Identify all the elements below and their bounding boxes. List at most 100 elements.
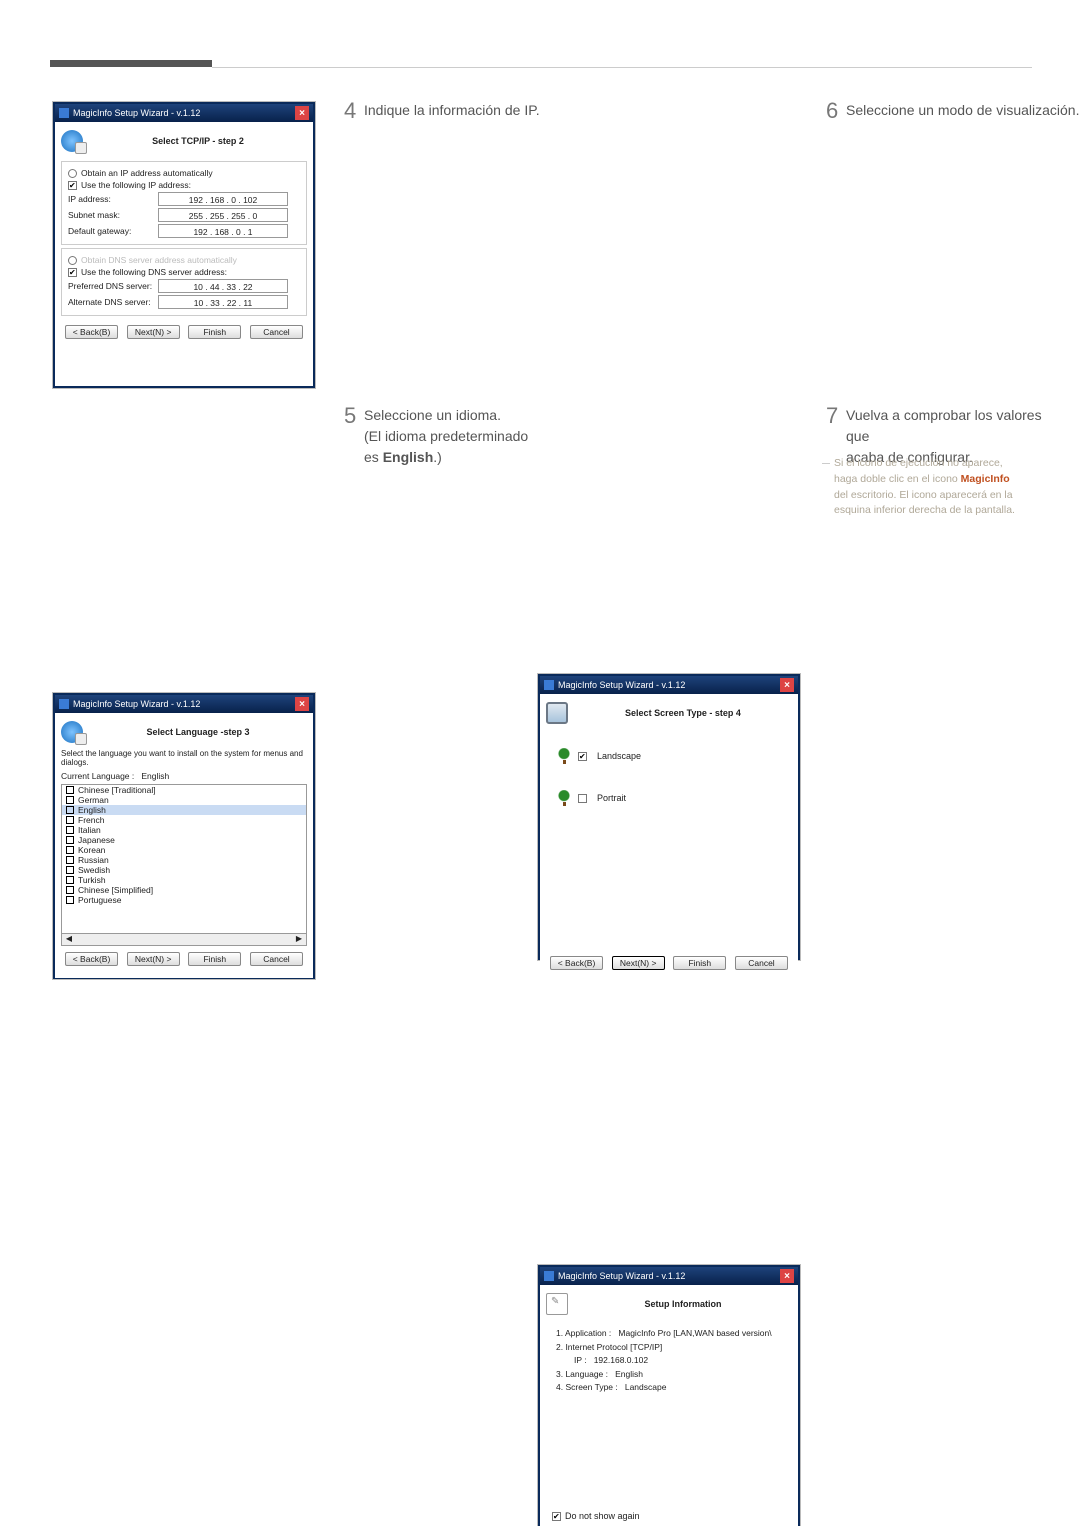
current-language-value: English (141, 771, 169, 781)
item-label: Russian (78, 855, 109, 865)
step-6-number: 6 (826, 98, 838, 123)
radio-ip-auto[interactable] (68, 169, 77, 178)
finish-button[interactable]: Finish (188, 952, 241, 966)
item-checkbox[interactable] (66, 826, 74, 834)
ip-address-input[interactable]: 192 . 168 . 0 . 102 (158, 192, 288, 206)
list-item[interactable]: Italian (62, 825, 306, 835)
globe-icon (61, 721, 83, 743)
back-button[interactable]: < Back(B) (65, 952, 118, 966)
checkbox-portrait[interactable] (578, 794, 587, 803)
preferred-dns-label: Preferred DNS server: (68, 281, 158, 291)
subnet-mask-label: Subnet mask: (68, 210, 158, 220)
list-item[interactable]: French (62, 815, 306, 825)
close-icon[interactable]: × (780, 1269, 794, 1283)
item-checkbox[interactable] (66, 866, 74, 874)
item-checkbox[interactable] (66, 786, 74, 794)
titlebar[interactable]: MagicInfo Setup Wizard - v.1.12 × (55, 695, 313, 713)
list-item[interactable]: Russian (62, 855, 306, 865)
dialog-tcpip: MagicInfo Setup Wizard - v.1.12 × Select… (53, 102, 315, 388)
header-chapter-tab (50, 60, 212, 67)
list-item[interactable]: Turkish (62, 875, 306, 885)
item-checkbox[interactable] (66, 856, 74, 864)
list-item[interactable]: Portuguese (62, 895, 306, 905)
window-title: MagicInfo Setup Wizard - v.1.12 (558, 1271, 685, 1281)
list-item[interactable]: German (62, 795, 306, 805)
titlebar[interactable]: MagicInfo Setup Wizard - v.1.12 × (540, 676, 798, 694)
dialog-language: MagicInfo Setup Wizard - v.1.12 × Select… (53, 693, 315, 979)
default-gateway-input[interactable]: 192 . 168 . 0 . 1 (158, 224, 288, 238)
list-item[interactable]: Chinese [Simplified] (62, 885, 306, 895)
item-checkbox[interactable] (66, 876, 74, 884)
app-icon (59, 108, 69, 118)
close-icon[interactable]: × (780, 678, 794, 692)
finish-button[interactable]: Finish (673, 956, 726, 970)
app-icon (59, 699, 69, 709)
titlebar[interactable]: MagicInfo Setup Wizard - v.1.12 × (540, 1267, 798, 1285)
default-gateway-label: Default gateway: (68, 226, 158, 236)
summary-ip-value: 192.168.0.102 (594, 1355, 648, 1365)
scroll-track[interactable] (76, 934, 292, 945)
scroll-right-icon[interactable]: ▶ (292, 934, 306, 945)
alternate-dns-input[interactable]: 10 . 33 . 22 . 11 (158, 295, 288, 309)
item-checkbox[interactable] (66, 886, 74, 894)
app-icon (544, 1271, 554, 1281)
item-checkbox[interactable] (66, 836, 74, 844)
step-5-caption: Seleccione un idioma. (364, 407, 501, 423)
item-checkbox[interactable] (66, 846, 74, 854)
cancel-button[interactable]: Cancel (735, 956, 788, 970)
item-label: French (78, 815, 104, 825)
summary-screen-label: 4. Screen Type : (556, 1382, 618, 1392)
list-item[interactable]: Korean (62, 845, 306, 855)
list-item[interactable]: English (62, 805, 306, 815)
step-4-caption: Indique la información de IP. (364, 102, 540, 118)
lang-desc: Select the language you want to install … (61, 749, 307, 767)
summary-screen-value: Landscape (625, 1382, 667, 1392)
finish-button[interactable]: Finish (188, 325, 241, 339)
tree-icon (556, 748, 572, 764)
radio-ip-manual[interactable] (68, 181, 77, 190)
list-item[interactable]: Chinese [Traditional] (62, 785, 306, 795)
item-checkbox[interactable] (66, 806, 74, 814)
step-6-caption: Seleccione un modo de visualización. (846, 102, 1079, 118)
horizontal-scrollbar[interactable]: ◀ ▶ (61, 934, 307, 946)
next-button[interactable]: Next(N) > (612, 956, 665, 970)
radio-dns-manual[interactable] (68, 268, 77, 277)
item-label: Japanese (78, 835, 115, 845)
language-listbox[interactable]: Chinese [Traditional]GermanEnglishFrench… (61, 784, 307, 934)
item-checkbox[interactable] (66, 796, 74, 804)
next-button[interactable]: Next(N) > (127, 325, 180, 339)
checkbox-do-not-show[interactable] (552, 1512, 561, 1521)
step-5-sub-bold: English (383, 449, 434, 465)
next-button[interactable]: Next(N) > (127, 952, 180, 966)
note-magicinfo: MagicInfo (961, 473, 1010, 485)
window-title: MagicInfo Setup Wizard - v.1.12 (73, 699, 200, 709)
subnet-mask-input[interactable]: 255 . 255 . 255 . 0 (158, 208, 288, 222)
step-5-number: 5 (344, 403, 356, 428)
back-button[interactable]: < Back(B) (550, 956, 603, 970)
titlebar[interactable]: MagicInfo Setup Wizard - v.1.12 × (55, 104, 313, 122)
close-icon[interactable]: × (295, 106, 309, 120)
portrait-label: Portrait (597, 793, 626, 803)
ip-address-label: IP address: (68, 194, 158, 204)
item-label: English (78, 805, 106, 815)
close-icon[interactable]: × (295, 697, 309, 711)
cancel-button[interactable]: Cancel (250, 952, 303, 966)
preferred-dns-input[interactable]: 10 . 44 . 33 . 22 (158, 279, 288, 293)
radio-ip-manual-label: Use the following IP address: (81, 180, 191, 190)
list-item[interactable]: Japanese (62, 835, 306, 845)
cancel-button[interactable]: Cancel (250, 325, 303, 339)
summary-language-value: English (615, 1369, 643, 1379)
item-checkbox[interactable] (66, 816, 74, 824)
back-button[interactable]: < Back(B) (65, 325, 118, 339)
checkbox-landscape[interactable] (578, 752, 587, 761)
step-7-caption-line1: Vuelva a comprobar los valores que (846, 407, 1042, 444)
summary-app-label: 1. Application : (556, 1328, 611, 1338)
list-item[interactable]: Swedish (62, 865, 306, 875)
scroll-left-icon[interactable]: ◀ (62, 934, 76, 945)
item-checkbox[interactable] (66, 896, 74, 904)
step-header: Setup Information (574, 1299, 792, 1309)
window-title: MagicInfo Setup Wizard - v.1.12 (73, 108, 200, 118)
globe-icon (61, 130, 83, 152)
note-line-4: esquina inferior derecha de la pantalla. (834, 504, 1015, 516)
current-language-label: Current Language : (61, 771, 134, 781)
